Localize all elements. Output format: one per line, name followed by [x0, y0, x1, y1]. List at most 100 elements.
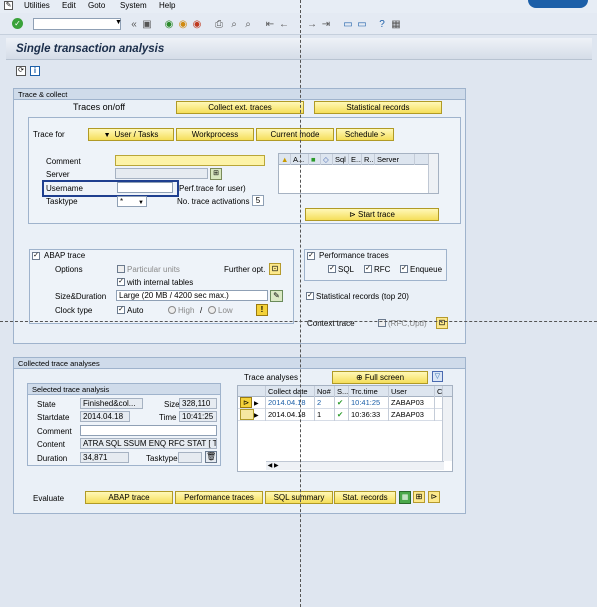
performance-traces-checkbox[interactable]: ✓	[307, 252, 315, 260]
filter-icon[interactable]: ▽	[432, 371, 443, 382]
server-grid-col-e[interactable]: E...	[349, 154, 362, 165]
find-icon[interactable]: ⌕	[228, 19, 240, 31]
sql-checkbox[interactable]: ✓	[328, 265, 336, 273]
table-row[interactable]: ⊳ ▶ 2014.04.18 2 ✔ 10:41:25 ZABAP03	[238, 397, 452, 409]
refresh-icon[interactable]: ⟳	[16, 66, 26, 76]
further-options-icon[interactable]: ⊡	[269, 263, 281, 275]
particular-units-label: Particular units	[127, 265, 180, 274]
menu-edit[interactable]: Edit	[62, 1, 76, 10]
startdate-label: Startdate	[37, 413, 70, 422]
full-screen-button[interactable]: ⊕ Full screen	[332, 371, 428, 384]
collect-ext-traces-button[interactable]: Collect ext. traces	[176, 101, 304, 114]
context-options-icon[interactable]: ⊡	[436, 317, 448, 329]
next-page-icon[interactable]: →	[306, 19, 318, 31]
traces-onoff-label: Traces on/off	[73, 102, 126, 112]
server-grid-col-sql[interactable]: Sql	[333, 154, 349, 165]
further-opt-label: Further opt.	[224, 265, 266, 274]
abap-trace-eval-button[interactable]: ABAP trace	[85, 491, 173, 504]
sap-logo-button[interactable]	[528, 0, 588, 8]
abap-trace-checkbox[interactable]: ✓	[32, 252, 40, 260]
tab-current-mode[interactable]: Current mode	[256, 128, 334, 141]
status-check-icon: ✔	[335, 409, 349, 421]
tab-schedule[interactable]: Schedule >	[336, 128, 394, 141]
with-internal-tables-checkbox[interactable]: ✓	[117, 278, 125, 286]
info-icon[interactable]: i	[30, 66, 40, 76]
size-duration-input[interactable]: Large (20 MB / 4200 sec max.)	[116, 290, 268, 301]
no-trace-activations-input[interactable]: 5	[252, 195, 264, 206]
save-icon[interactable]: ▣	[141, 19, 153, 31]
compare-icon[interactable]: ⊞	[413, 491, 425, 503]
col-c[interactable]: C	[435, 386, 443, 397]
performance-traces-eval-button[interactable]: Performance traces	[175, 491, 263, 504]
excel-icon[interactable]: ▦	[399, 491, 411, 504]
enqueue-checkbox[interactable]: ✓	[400, 265, 408, 273]
exit-icon[interactable]: ◉	[177, 19, 189, 31]
no-trace-activations-label: No. trace activations	[177, 197, 250, 206]
row-selector[interactable]: ▶	[238, 409, 266, 421]
with-internal-tables-label: with internal tables	[127, 278, 194, 287]
find-next-icon[interactable]: ⌕	[242, 19, 254, 31]
expand-icon[interactable]: ▶	[252, 401, 259, 407]
back-icon[interactable]: ◉	[163, 19, 175, 31]
col-no[interactable]: No#	[315, 386, 335, 397]
size-label: Size	[164, 400, 180, 409]
cancel-icon[interactable]: ◉	[191, 19, 203, 31]
tasktype-select[interactable]: * ▼	[117, 196, 147, 207]
menu-system[interactable]: System	[120, 1, 147, 10]
delete-icon[interactable]: 🗑	[205, 451, 217, 463]
enter-icon[interactable]: ✓	[12, 18, 23, 29]
layout-menu-icon[interactable]: ▦	[390, 19, 402, 31]
start-trace-button[interactable]: ⊳ Start trace	[305, 208, 439, 221]
menu-icon[interactable]: ✎	[4, 1, 13, 10]
first-page-icon[interactable]: ⇤	[264, 19, 276, 31]
particular-units-checkbox[interactable]	[117, 265, 125, 273]
expand-icon[interactable]: ▶	[254, 413, 259, 419]
server-value-help-icon[interactable]: ⊞	[210, 168, 222, 180]
server-grid-col-server[interactable]: Server	[375, 154, 415, 165]
menu-utilities[interactable]: Utilities	[24, 1, 50, 10]
shortcut-icon[interactable]: ▭	[356, 19, 368, 31]
table-v-scrollbar[interactable]	[442, 397, 452, 461]
clock-low-radio[interactable]	[208, 306, 216, 314]
col-collect-date[interactable]: Collect date	[266, 386, 315, 397]
sql-summary-button[interactable]: SQL summary	[265, 491, 333, 504]
menu-help[interactable]: Help	[159, 1, 175, 10]
rfc-checkbox[interactable]: ✓	[364, 265, 372, 273]
col-trc-time[interactable]: Trc.time	[349, 386, 389, 397]
col-user[interactable]: User	[389, 386, 435, 397]
trace-analyses-table: Collect date No# S... Trc.time User C ⊳ …	[237, 385, 453, 472]
export-icon[interactable]: ⊳	[428, 491, 440, 503]
row-time: 10:41:25	[349, 397, 389, 409]
server-input[interactable]	[115, 168, 208, 179]
edit-size-icon[interactable]: ✎	[270, 290, 283, 302]
print-icon[interactable]: ⎙	[213, 19, 225, 31]
prev-page-icon[interactable]: ←	[278, 19, 290, 31]
tasktype-label-2: Tasktype	[146, 454, 178, 463]
command-dropdown-icon[interactable]: ▼	[115, 19, 122, 26]
statistical-records-button[interactable]: Statistical records	[314, 101, 442, 114]
full-screen-label: Full screen	[364, 373, 405, 382]
clock-high-radio[interactable]	[168, 306, 176, 314]
warning-icon[interactable]: !	[256, 304, 268, 316]
col-s[interactable]: S...	[335, 386, 349, 397]
tasktype-label: Tasktype	[46, 197, 78, 206]
stat-records-button[interactable]: Stat. records	[334, 491, 396, 504]
comment-field[interactable]	[80, 425, 217, 436]
command-field[interactable]	[33, 18, 121, 30]
server-grid-scrollbar[interactable]	[428, 154, 438, 193]
history-icon[interactable]: «	[128, 19, 140, 31]
clock-auto-checkbox[interactable]: ✓	[117, 306, 125, 314]
tab-user-tasks[interactable]: ▼ User / Tasks	[88, 128, 174, 141]
crosshair-vertical	[300, 0, 301, 607]
menu-goto[interactable]: Goto	[88, 1, 105, 10]
create-session-icon[interactable]: ▭	[342, 19, 354, 31]
tab-workprocess[interactable]: Workprocess	[176, 128, 254, 141]
help-icon[interactable]: ?	[376, 19, 388, 31]
server-grid-col-r[interactable]: R...	[362, 154, 375, 165]
last-page-icon[interactable]: ⇥	[320, 19, 332, 31]
table-row[interactable]: ▶ 2014.04.18 1 ✔ 10:36:33 ZABAP03	[238, 409, 452, 421]
comment-input[interactable]	[115, 155, 265, 166]
statistical-records-checkbox[interactable]: ✓	[306, 292, 314, 300]
row-selector[interactable]: ⊳ ▶	[238, 397, 266, 409]
table-h-scrollbar[interactable]: ◀ ▶	[266, 461, 444, 470]
